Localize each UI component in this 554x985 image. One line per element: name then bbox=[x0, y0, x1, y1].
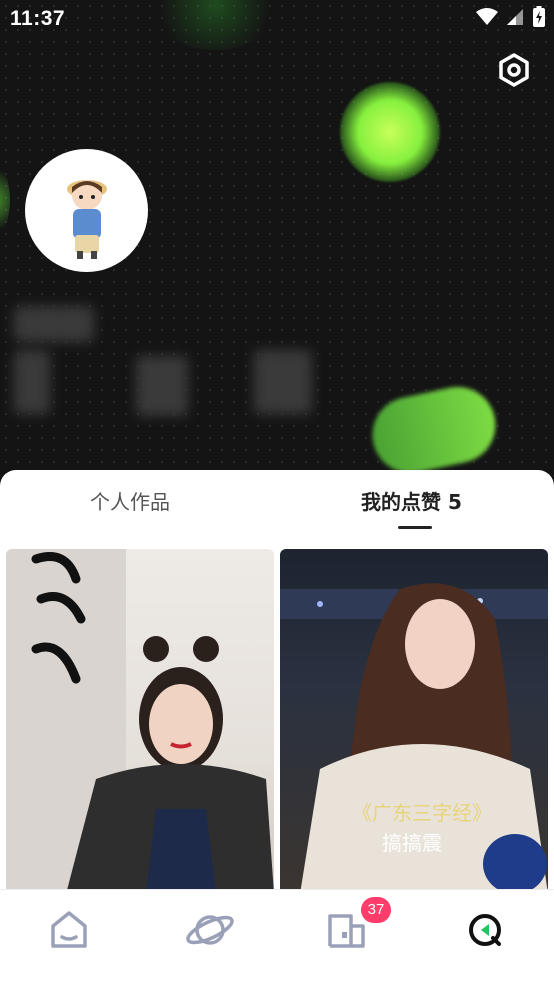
blurred-stat bbox=[136, 356, 188, 416]
profile-icon bbox=[469, 914, 501, 946]
nav-home[interactable] bbox=[47, 908, 91, 952]
video-card[interactable] bbox=[6, 549, 274, 894]
avatar[interactable] bbox=[25, 149, 148, 272]
tab-works[interactable]: 个人作品 bbox=[90, 486, 170, 515]
video-thumbnail bbox=[6, 549, 274, 894]
decorative-green-pill bbox=[365, 379, 503, 481]
video-caption-title: 《广东三字经》 bbox=[352, 801, 492, 825]
home-icon bbox=[51, 911, 87, 948]
cartoon-boy-avatar-icon bbox=[67, 180, 107, 259]
tab-likes[interactable]: 我的点赞 5 bbox=[361, 486, 462, 515]
nav-profile[interactable] bbox=[465, 908, 509, 952]
settings-button[interactable] bbox=[496, 52, 532, 88]
battery-icon bbox=[533, 6, 545, 27]
blurred-stat bbox=[254, 350, 312, 414]
status-bar: 11:37 bbox=[0, 0, 554, 38]
status-time: 11:37 bbox=[10, 7, 66, 30]
messages-badge: 37 bbox=[361, 897, 391, 923]
gear-icon bbox=[499, 53, 529, 87]
tab-active-indicator bbox=[398, 526, 432, 529]
video-card[interactable]: 《广东三字经》 搞搞震 bbox=[280, 549, 548, 894]
planet-icon bbox=[186, 915, 234, 945]
blurred-username bbox=[14, 306, 94, 342]
video-caption-sub: 搞搞震 bbox=[382, 831, 442, 855]
bottom-nav bbox=[0, 889, 554, 985]
decorative-glow-left bbox=[0, 160, 10, 240]
blurred-stat bbox=[14, 350, 50, 414]
nav-discover[interactable] bbox=[185, 908, 234, 952]
wifi-icon bbox=[476, 8, 498, 25]
signal-icon bbox=[507, 9, 523, 25]
decorative-green-orb bbox=[340, 82, 440, 182]
